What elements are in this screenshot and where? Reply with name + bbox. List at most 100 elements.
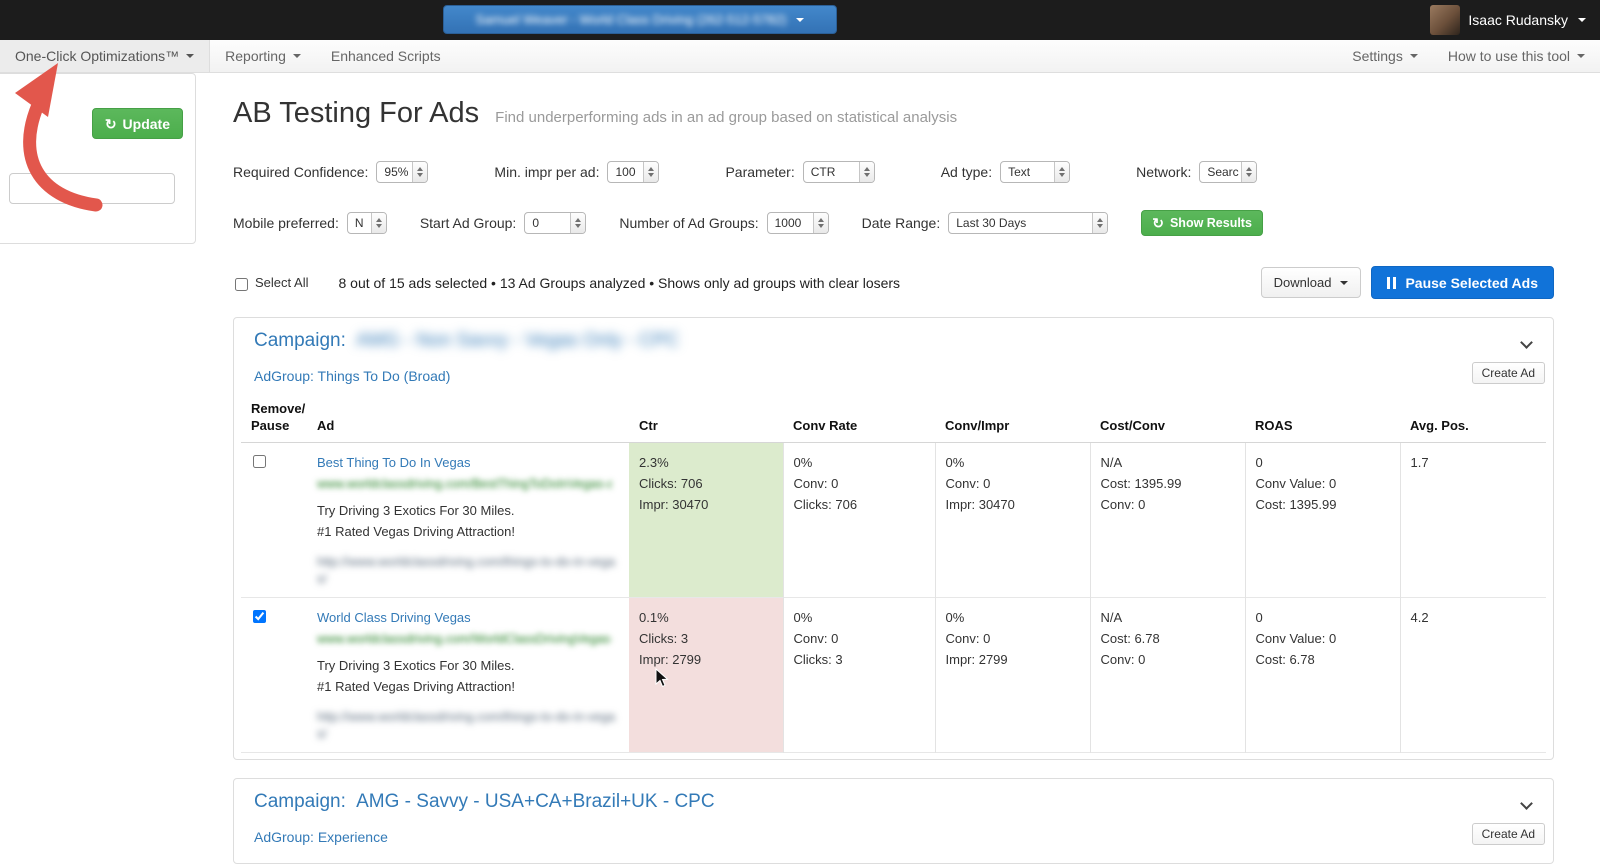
sidebar-input[interactable]: [9, 173, 175, 204]
stat-line: Conv: 0: [793, 631, 839, 646]
filter-label: Network:: [1136, 164, 1192, 180]
chevron-down-icon: [796, 17, 805, 22]
ad-title-link[interactable]: Best Thing To Do In Vegas: [317, 452, 470, 473]
chevron-down-icon: [1577, 54, 1585, 58]
adgroup-link[interactable]: AdGroup: Things To Do (Broad): [234, 354, 1553, 396]
create-ad-button[interactable]: Create Ad: [1471, 362, 1545, 384]
filter-mobile-preferred: Mobile preferred: N: [233, 212, 387, 234]
stat-line: Impr: 2799: [945, 652, 1008, 667]
stat-line: Conv: 0: [1100, 652, 1146, 667]
ad-title-link[interactable]: World Class Driving Vegas: [317, 607, 471, 628]
stepper-icon: [812, 213, 828, 233]
stat-line: Cost: 6.78: [1255, 652, 1315, 667]
min-impr-select[interactable]: 100: [607, 161, 660, 183]
update-button-label: Update: [122, 115, 170, 132]
pause-ad-checkbox[interactable]: [253, 455, 266, 468]
parameter-select[interactable]: CTR: [802, 161, 875, 183]
user-name: Isaac Rudansky: [1468, 12, 1568, 28]
stepper-icon: [858, 162, 874, 182]
avatar: [1430, 5, 1461, 35]
select-value: 1000: [774, 216, 802, 230]
required-confidence-select[interactable]: 95%: [376, 161, 429, 183]
mobile-preferred-select[interactable]: N: [346, 212, 387, 234]
stat-line: Conv: 0: [945, 631, 991, 646]
chevron-down-icon: [1578, 18, 1586, 22]
stat-line: Clicks: 3: [793, 652, 843, 667]
ad-description-line: Try Driving 3 Exotics For 30 Miles.: [317, 658, 515, 673]
campaign-panel: Campaign: AMG - Savvy - USA+CA+Brazil+UK…: [233, 778, 1554, 864]
stat-line: 0%: [945, 455, 965, 470]
nav-reporting[interactable]: Reporting: [210, 40, 316, 72]
download-button[interactable]: Download: [1260, 267, 1362, 298]
filter-label: Number of Ad Groups:: [619, 215, 759, 231]
col-header-conv-rate: Conv Rate: [783, 396, 935, 443]
pause-selected-ads-button[interactable]: Pause Selected Ads: [1371, 266, 1554, 299]
nav-right-group: Settings How to use this tool: [1337, 40, 1600, 72]
ad-cell: Best Thing To Do In Vegas www.worldclass…: [307, 443, 629, 598]
stat-line: Conv Value: 0: [1255, 476, 1337, 491]
col-header-ad: Ad: [307, 396, 629, 443]
date-range-select[interactable]: Last 30 Days: [948, 212, 1109, 234]
stat-line: 0.1%: [639, 610, 669, 625]
update-button[interactable]: ↻ Update: [91, 108, 183, 139]
stepper-icon: [370, 213, 386, 233]
stat-line: Clicks: 3: [639, 631, 689, 646]
nav-how-to-use[interactable]: How to use this tool: [1433, 40, 1600, 72]
filter-label: Min. impr per ad:: [494, 164, 600, 180]
filter-min-impr: Min. impr per ad: 100: [494, 161, 660, 183]
select-all-checkbox[interactable]: [235, 277, 248, 291]
sidebar-panel: ↻ Update: [0, 73, 196, 244]
filter-label: Date Range:: [861, 215, 941, 231]
conv-rate-cell: 0% Conv: 0 Clicks: 706: [782, 442, 935, 598]
pause-ad-checkbox[interactable]: [253, 610, 266, 623]
ad-type-select[interactable]: Text: [1000, 161, 1071, 183]
stepper-icon: [643, 162, 659, 182]
nav-enhanced-scripts[interactable]: Enhanced Scripts: [316, 40, 456, 72]
filter-label: Ad type:: [940, 164, 993, 180]
stat-line: 0%: [945, 610, 965, 625]
ctr-cell: 0.1% Clicks: 3 Impr: 2799: [629, 597, 783, 753]
nav-one-click-optimizations[interactable]: One-Click Optimizations™: [0, 40, 211, 72]
page-subtitle: Find underperforming ads in an ad group …: [495, 109, 958, 126]
nav-settings[interactable]: Settings: [1337, 40, 1433, 72]
col-header-roas: ROAS: [1245, 396, 1400, 443]
col-header-ctr: Ctr: [629, 396, 783, 443]
select-value: Last 30 Days: [956, 216, 1027, 230]
download-label: Download: [1273, 275, 1332, 290]
select-value: Text: [1008, 165, 1031, 179]
stat-line: Conv: 0: [793, 476, 839, 491]
stat-line: Conv Value: 0: [1255, 631, 1337, 646]
select-all-label: Select All: [255, 275, 309, 290]
conv-rate-cell: 0% Conv: 0 Clicks: 3: [782, 597, 935, 753]
main-navbar: One-Click Optimizations™ Reporting Enhan…: [0, 40, 1600, 73]
campaign-header[interactable]: Campaign: AMG - Non Savvy - Vegas Only -…: [234, 318, 1553, 354]
remove-pause-cell: [241, 598, 307, 753]
selection-row: Select All 8 out of 15 ads selected • 13…: [233, 266, 1554, 299]
avg-pos-cell: 4.2: [1399, 597, 1546, 753]
campaign-panel: Campaign: AMG - Non Savvy - Vegas Only -…: [233, 317, 1554, 760]
pause-icon: [1387, 276, 1397, 289]
select-value: CTR: [810, 165, 836, 179]
ad-final-url: http://www.worldclassdriving.com/things-…: [317, 555, 616, 586]
stat-line: N/A: [1100, 610, 1123, 625]
campaign-header[interactable]: Campaign: AMG - Savvy - USA+CA+Brazil+UK…: [234, 779, 1553, 815]
create-ad-button[interactable]: Create Ad: [1471, 823, 1545, 845]
page-title: AB Testing For Ads Find underperforming …: [233, 96, 1554, 135]
user-menu[interactable]: Isaac Rudansky: [1430, 4, 1586, 36]
ad-final-url: http://www.worldclassdriving.com/things-…: [317, 710, 616, 741]
num-adgroups-select[interactable]: 1000: [766, 212, 829, 234]
account-selector-button[interactable]: Samuel Weaver - World Class Driving (262…: [443, 5, 837, 34]
show-results-button[interactable]: ↻ Show Results: [1141, 210, 1263, 236]
stat-line: Impr: 2799: [639, 652, 702, 667]
filter-number-ad-groups: Number of Ad Groups: 1000: [619, 212, 829, 234]
refresh-icon: ↻: [104, 115, 117, 132]
filter-network: Network: Searc: [1136, 161, 1258, 183]
nav-label: Reporting: [225, 48, 286, 64]
stat-line: 2.3%: [639, 455, 669, 470]
start-adgroup-select[interactable]: 0: [524, 212, 587, 234]
network-select[interactable]: Searc: [1199, 161, 1258, 183]
adgroup-link[interactable]: AdGroup: Experience: [234, 815, 1553, 857]
stat-line: N/A: [1100, 455, 1123, 470]
ctr-cell: 2.3% Clicks: 706 Impr: 30470: [629, 442, 783, 598]
filter-row-2: Mobile preferred: N Start Ad Group: 0 Nu…: [233, 210, 1554, 236]
